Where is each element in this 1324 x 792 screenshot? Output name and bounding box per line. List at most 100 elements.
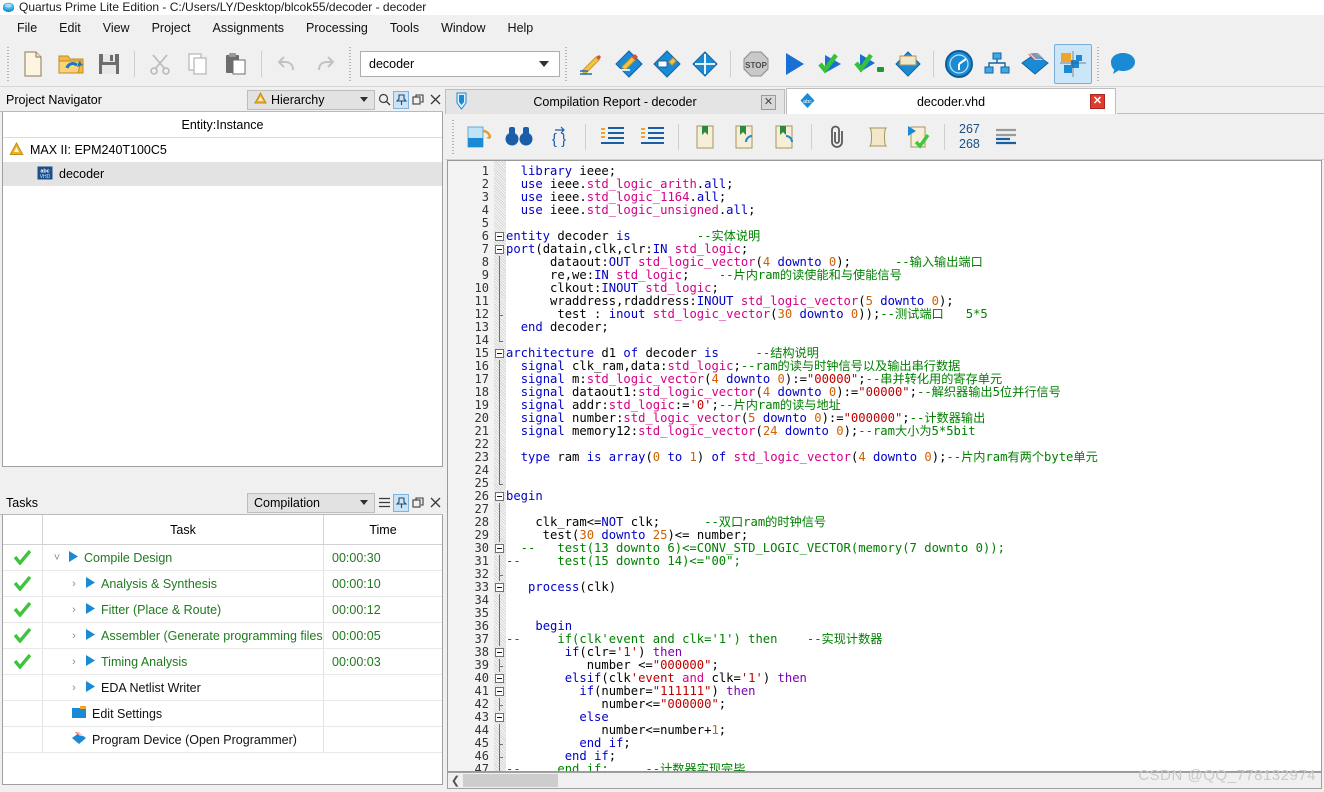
fold-toggle-icon[interactable] bbox=[495, 648, 504, 657]
toolbar-grip-2[interactable] bbox=[347, 46, 353, 81]
restore-icon[interactable] bbox=[410, 494, 426, 512]
copy-icon[interactable] bbox=[179, 44, 217, 84]
decrease-indent-icon[interactable] bbox=[632, 117, 672, 157]
code-line[interactable] bbox=[506, 607, 1321, 620]
open-folder-icon[interactable] bbox=[52, 44, 90, 84]
play-icon[interactable] bbox=[85, 576, 96, 591]
stop-icon[interactable]: STOP bbox=[737, 44, 775, 84]
next-bookmark-icon[interactable] bbox=[725, 117, 765, 157]
code-line[interactable]: -- test(15 downto 14)<="00"; bbox=[506, 555, 1321, 568]
code-line[interactable]: end if; bbox=[506, 737, 1321, 750]
scroll-thumb[interactable] bbox=[463, 774, 558, 787]
bookmark-icon[interactable] bbox=[685, 117, 725, 157]
code-line[interactable]: signal memory12:std_logic_vector(24 down… bbox=[506, 425, 1321, 438]
task-row[interactable]: › Fitter (Place & Route) 00:00:12 bbox=[3, 597, 442, 623]
editor-toolbar-grip[interactable] bbox=[450, 119, 456, 154]
code-line[interactable]: use ieee.std_logic_unsigned.all; bbox=[506, 204, 1321, 217]
save-icon[interactable] bbox=[90, 44, 128, 84]
start-compilation-icon[interactable] bbox=[775, 44, 813, 84]
expander-down-icon[interactable]: ˅ bbox=[51, 552, 63, 564]
code-line[interactable]: test : inout std_logic_vector(30 downto … bbox=[506, 308, 1321, 321]
restore-icon[interactable] bbox=[410, 91, 426, 109]
expander-right-icon[interactable]: › bbox=[68, 604, 80, 616]
search-icon[interactable] bbox=[376, 91, 392, 109]
task-row[interactable]: › EDA Netlist Writer bbox=[3, 675, 442, 701]
menu-edit[interactable]: Edit bbox=[48, 17, 92, 39]
undo-icon[interactable] bbox=[268, 44, 306, 84]
menu-view[interactable]: View bbox=[92, 17, 141, 39]
menu-file[interactable]: File bbox=[6, 17, 48, 39]
assignment-editor-icon[interactable] bbox=[610, 44, 648, 84]
new-file-icon[interactable] bbox=[14, 44, 52, 84]
scroll-document-icon[interactable] bbox=[858, 117, 898, 157]
cut-scissors-icon[interactable] bbox=[141, 44, 179, 84]
timing-analyzer-icon[interactable] bbox=[940, 44, 978, 84]
find-binoculars-icon[interactable] bbox=[499, 117, 539, 157]
programmer-stack-icon[interactable] bbox=[1016, 44, 1054, 84]
close-icon[interactable] bbox=[427, 91, 443, 109]
code-line[interactable]: type ram is array(0 to 1) of std_logic_v… bbox=[506, 451, 1321, 464]
pin-planner-icon[interactable] bbox=[648, 44, 686, 84]
tab-decoder-vhd[interactable]: abc decoder.vhd ✕ bbox=[786, 88, 1116, 114]
code-content[interactable]: library ieee; use ieee.std_logic_arith.a… bbox=[506, 161, 1321, 772]
analysis-elaboration-icon[interactable] bbox=[851, 44, 889, 84]
menu-assignments[interactable]: Assignments bbox=[201, 17, 295, 39]
task-row[interactable]: › Timing Analysis 00:00:03 bbox=[3, 649, 442, 675]
scroll-left-icon[interactable]: ❮ bbox=[448, 773, 463, 788]
tab-compilation-report[interactable]: Compilation Report - decoder ✕ bbox=[445, 89, 785, 114]
fold-toggle-icon[interactable] bbox=[495, 713, 504, 722]
tree-item-decoder[interactable]: abc VHD decoder bbox=[3, 162, 442, 186]
play-icon[interactable] bbox=[85, 654, 96, 669]
braces-icon[interactable]: { } bbox=[539, 117, 579, 157]
menu-processing[interactable]: Processing bbox=[295, 17, 379, 39]
expander-right-icon[interactable]: › bbox=[68, 630, 80, 642]
fold-toggle-icon[interactable] bbox=[495, 674, 504, 683]
task-row[interactable]: Program Device (Open Programmer) bbox=[3, 727, 442, 753]
expander-right-icon[interactable]: › bbox=[68, 578, 80, 590]
menu-tools[interactable]: Tools bbox=[379, 17, 430, 39]
play-icon[interactable] bbox=[85, 628, 96, 643]
code-line[interactable] bbox=[506, 464, 1321, 477]
tree-item-device[interactable]: MAX II: EPM240T100C5 bbox=[3, 138, 442, 162]
programmer-diamond-icon[interactable] bbox=[889, 44, 927, 84]
expander-right-icon[interactable]: › bbox=[68, 682, 80, 694]
insert-template-icon[interactable] bbox=[459, 117, 499, 157]
code-editor[interactable]: 1 2 3 4 5 6 7 8 9 10 11 12 13 14 15 16 17 18 19 20 21 22 23 24 2… bbox=[447, 160, 1322, 772]
pencil-ruler-icon[interactable] bbox=[572, 44, 610, 84]
pin-icon[interactable] bbox=[393, 90, 409, 109]
increase-indent-icon[interactable] bbox=[592, 117, 632, 157]
message-bubble-icon[interactable] bbox=[1104, 44, 1142, 84]
task-row[interactable]: › Analysis & Synthesis 00:00:10 bbox=[3, 571, 442, 597]
task-row[interactable]: Edit Settings bbox=[3, 701, 442, 727]
project-combo[interactable]: decoder bbox=[360, 50, 560, 77]
chip-planner-icon[interactable] bbox=[1054, 43, 1092, 84]
prev-bookmark-icon[interactable] bbox=[765, 117, 805, 157]
flow-combo[interactable]: Compilation bbox=[247, 492, 375, 513]
code-line[interactable]: process(clk) bbox=[506, 581, 1321, 594]
fold-toggle-icon[interactable] bbox=[495, 492, 504, 501]
fold-toggle-icon[interactable] bbox=[495, 544, 504, 553]
menu-project[interactable]: Project bbox=[141, 17, 202, 39]
toolbar-grip[interactable] bbox=[5, 46, 11, 81]
line-wrap-icon[interactable] bbox=[986, 117, 1026, 157]
redo-icon[interactable] bbox=[306, 44, 344, 84]
run-check-icon[interactable] bbox=[898, 117, 938, 157]
play-icon[interactable] bbox=[85, 680, 96, 695]
toolbar-grip-3[interactable] bbox=[563, 46, 569, 81]
task-row[interactable]: › Assembler (Generate programming files)… bbox=[3, 623, 442, 649]
play-icon[interactable] bbox=[68, 550, 79, 565]
fold-column[interactable] bbox=[494, 161, 506, 771]
fold-toggle-icon[interactable] bbox=[495, 349, 504, 358]
code-line[interactable] bbox=[506, 568, 1321, 581]
list-menu-icon[interactable] bbox=[376, 494, 392, 512]
play-icon[interactable] bbox=[85, 602, 96, 617]
code-line[interactable]: number<="000000"; bbox=[506, 698, 1321, 711]
close-icon[interactable]: ✕ bbox=[1090, 94, 1105, 109]
analysis-synthesis-icon[interactable] bbox=[813, 44, 851, 84]
fold-toggle-icon[interactable] bbox=[495, 232, 504, 241]
code-line[interactable] bbox=[506, 594, 1321, 607]
menu-window[interactable]: Window bbox=[430, 17, 496, 39]
fold-toggle-icon[interactable] bbox=[495, 583, 504, 592]
pin-icon[interactable] bbox=[393, 493, 409, 512]
attach-clip-icon[interactable] bbox=[818, 117, 858, 157]
